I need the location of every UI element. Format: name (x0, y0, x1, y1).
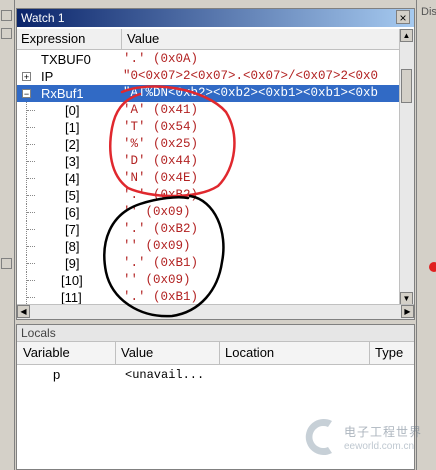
watch-value: '.' (0xB2) (123, 222, 199, 236)
watch-child-row[interactable]: [3] 'D' (0x44) (17, 153, 400, 170)
column-variable[interactable]: Variable (17, 342, 70, 364)
watch-title: Watch 1 (17, 9, 414, 27)
watch-child-row[interactable]: [8] '' (0x09) (17, 238, 400, 255)
watermark-logo: 电子工程世界 eeworld.com.cn (300, 415, 432, 463)
watch-column-header: Expression Value (17, 29, 400, 50)
watermark-text: 电子工程世界 (344, 425, 423, 439)
watch-child-row[interactable]: [1] 'T' (0x54) (17, 119, 400, 136)
watch-value: "0<0x07>2<0x07>.<0x07>/<0x07>2<0x0 (123, 69, 379, 83)
close-icon[interactable]: × (396, 10, 410, 25)
watch-child-row[interactable]: [5] '.' (0xB2) (17, 187, 400, 204)
watch-rows: TXBUF0 '.' (0x0A) + IP "0<0x07>2<0x07>.<… (17, 51, 400, 305)
watch-window: Watch 1 × Expression Value TXBUF0 '.' (0… (16, 8, 415, 320)
watch-value: '' (0x09) (123, 273, 191, 287)
column-type[interactable]: Type (369, 342, 403, 364)
watch-child-row[interactable]: [2] '%' (0x25) (17, 136, 400, 153)
watch-child-row[interactable]: [6] '' (0x09) (17, 204, 400, 221)
scroll-right-icon[interactable]: ▶ (401, 305, 414, 318)
watch-value: '.' (0xB1) (123, 256, 199, 270)
column-divider[interactable] (121, 29, 122, 49)
watch-child-row[interactable]: [7] '.' (0xB2) (17, 221, 400, 238)
watch-value: "AT%DN<0xb2><0xb2><0xb1><0xb1><0xb (123, 86, 379, 100)
right-panel-title: Dis (421, 6, 436, 18)
column-value[interactable]: Value (123, 29, 159, 49)
watch-row[interactable]: TXBUF0 '.' (0x0A) (17, 51, 400, 68)
scroll-up-icon[interactable]: ▲ (400, 29, 413, 42)
locals-title: Locals (17, 325, 414, 342)
left-panel-button-2[interactable] (1, 28, 12, 39)
watch-value: 'D' (0x44) (123, 154, 199, 168)
watermark-icon (305, 419, 332, 455)
local-variable-value: <unavail... (125, 368, 205, 382)
left-panel-button[interactable] (1, 10, 12, 21)
watch-row-selected[interactable]: − RxBuf1 "AT%DN<0xb2><0xb2><0xb1><0xb1><… (17, 85, 400, 102)
vertical-scrollbar[interactable]: ▲ ▼ (399, 29, 414, 305)
right-panel-strip: Dis (416, 0, 436, 470)
watermark-url: eeworld.com.cn (344, 441, 415, 452)
watch-value: '.' (0x0A) (123, 52, 199, 66)
watch-value: '.' (0xB2) (123, 188, 199, 202)
column-expression[interactable]: Expression (17, 29, 85, 49)
watch-value: 'N' (0x4E) (123, 171, 199, 185)
locals-column-header: Variable Value Location Type (17, 342, 414, 365)
local-variable-name: p (53, 367, 61, 382)
column-location[interactable]: Location (219, 342, 274, 364)
watch-child-row[interactable]: [10] '' (0x09) (17, 272, 400, 289)
watch-value: '' (0x09) (123, 205, 191, 219)
watch-child-row[interactable]: [11] '.' (0xB1) (17, 289, 400, 305)
horizontal-scrollbar[interactable]: ◀ ▶ (17, 304, 414, 319)
scroll-thumb[interactable] (401, 69, 412, 103)
column-value[interactable]: Value (115, 342, 153, 364)
watch-child-row[interactable]: [0] 'A' (0x41) (17, 102, 400, 119)
watch-value: '%' (0x25) (123, 137, 199, 151)
breakpoint-icon (429, 262, 436, 272)
watch-value: '' (0x09) (123, 239, 191, 253)
watch-value: 'A' (0x41) (123, 103, 199, 117)
watch-child-row[interactable]: [9] '.' (0xB1) (17, 255, 400, 272)
locals-row[interactable]: p <unavail... (17, 366, 414, 384)
watch-value: 'T' (0x54) (123, 120, 199, 134)
left-panel-button-3[interactable] (1, 258, 12, 269)
scroll-left-icon[interactable]: ◀ (17, 305, 30, 318)
watch-row[interactable]: + IP "0<0x07>2<0x07>.<0x07>/<0x07>2<0x0 (17, 68, 400, 85)
watch-value: '.' (0xB1) (123, 290, 199, 304)
watch-child-row[interactable]: [4] 'N' (0x4E) (17, 170, 400, 187)
left-panel-strip (0, 0, 15, 470)
